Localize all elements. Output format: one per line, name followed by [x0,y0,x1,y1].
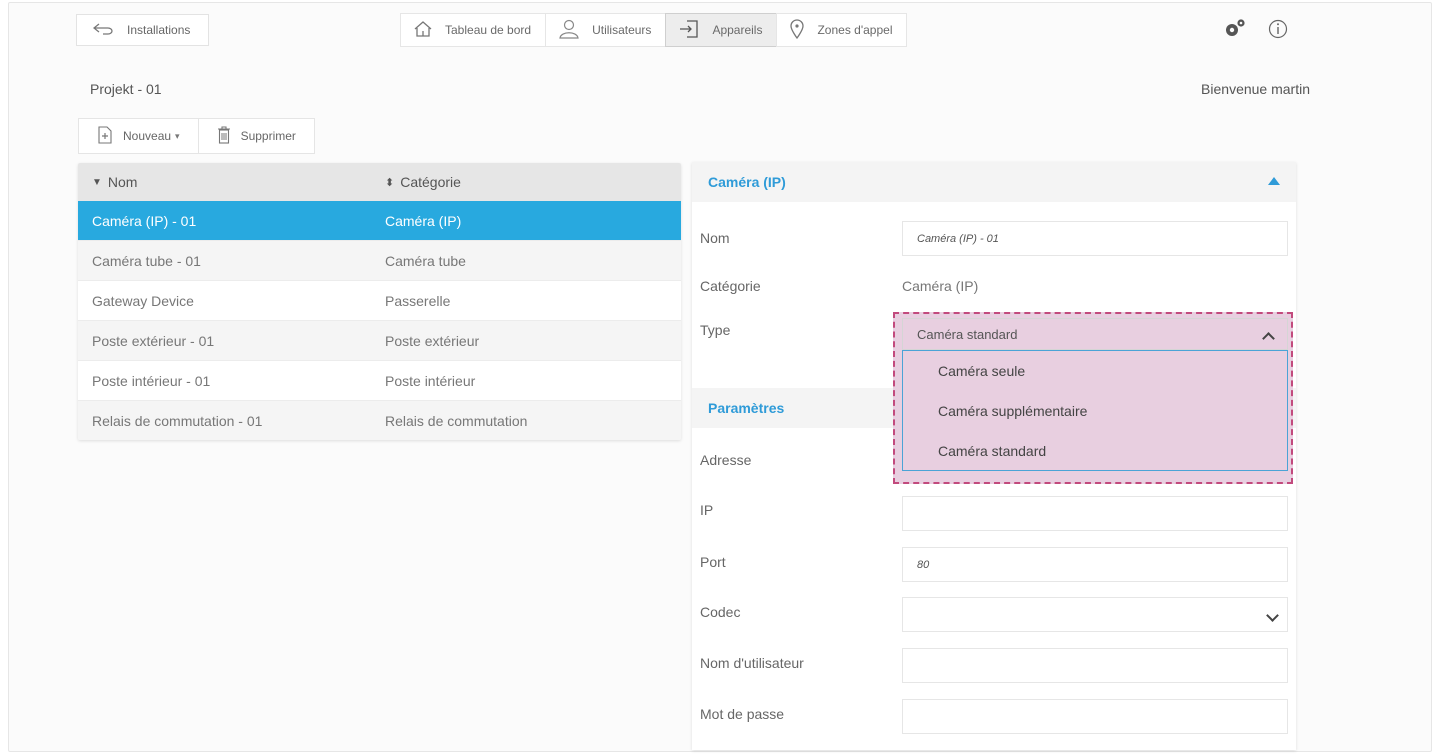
type-select-value: Caméra standard [917,326,1018,342]
ip-field-label: IP [700,502,714,518]
type-field-label: Type [700,322,731,338]
username-field-label: Nom d'utilisateur [700,655,804,671]
new-file-icon [97,125,113,147]
cell-name: Caméra tube - 01 [92,252,201,269]
table-header: ▼ Nom ⬍ Catégorie [78,163,681,201]
tab-users-label: Utilisateurs [592,23,652,37]
parameters-section-title: Paramètres [708,400,785,416]
gear-icon[interactable] [1224,18,1246,43]
table-row[interactable]: Relais de commutation - 01 Relais de com… [78,400,681,440]
port-field[interactable]: 80 [902,547,1288,582]
caret-down-icon: ▾ [175,130,180,141]
trash-icon [217,125,231,147]
type-options-list: Caméra seule Caméra supplémentaire Camér… [902,350,1288,471]
name-field-value: Caméra (IP) - 01 [917,232,999,245]
type-option[interactable]: Caméra supplémentaire [903,391,1287,431]
cell-name: Caméra (IP) - 01 [92,212,197,229]
back-arrow-icon [92,22,113,38]
tab-devices-label: Appareils [712,23,763,37]
info-icon[interactable] [1268,19,1288,44]
column-header-category[interactable]: ⬍ Catégorie [381,174,681,190]
cell-category: Caméra tube [385,252,466,269]
tab-dashboard[interactable]: Tableau de bord [400,13,547,47]
welcome-text: Bienvenue martin [1201,81,1310,97]
cell-name: Gateway Device [92,292,194,309]
table-row[interactable]: Caméra tube - 01 Caméra tube [78,240,681,280]
tab-users[interactable]: Utilisateurs [545,13,667,47]
ip-field[interactable] [902,496,1288,531]
tab-dashboard-label: Tableau de bord [445,23,532,37]
tab-devices[interactable]: Appareils [665,13,778,47]
type-select[interactable]: Caméra standard [902,318,1288,350]
port-field-label: Port [700,554,726,570]
table-row[interactable]: Poste extérieur - 01 Poste extérieur [78,320,681,360]
cell-name: Poste intérieur - 01 [92,372,211,389]
name-field[interactable]: Caméra (IP) - 01 [902,221,1288,256]
cell-name: Relais de commutation - 01 [92,412,263,429]
category-value: Caméra (IP) [902,278,979,294]
home-icon [413,20,433,41]
new-label: Nouveau [123,129,172,143]
table-row[interactable]: Caméra (IP) - 01 Caméra (IP) [78,201,681,240]
tab-call-zones-label: Zones d'appel [817,23,893,37]
delete-button[interactable]: Supprimer [197,118,315,154]
devices-table: ▼ Nom ⬍ Catégorie Caméra (IP) - 01 Camér… [78,163,681,440]
username-field[interactable] [902,648,1288,683]
type-option[interactable]: Caméra standard [903,431,1287,471]
sort-icon: ⬍ [385,176,395,189]
cell-category: Relais de commutation [385,412,528,429]
chevron-down-icon [1266,609,1279,622]
table-row[interactable]: Gateway Device Passerelle [78,280,681,320]
cell-name: Poste extérieur - 01 [92,332,215,349]
device-login-icon [678,19,700,42]
name-field-label: Nom [700,230,730,246]
cell-category: Caméra (IP) [385,212,462,229]
main-nav-tabs: Tableau de bord Utilisateurs Appareils Z… [400,13,908,47]
delete-label: Supprimer [240,129,296,143]
table-row[interactable]: Poste intérieur - 01 Poste intérieur [78,360,681,400]
category-field-label: Catégorie [700,278,761,294]
toolbar: Nouveau ▾ Supprimer [78,118,315,154]
device-section-header[interactable]: Caméra (IP) [692,162,1296,202]
device-section-title: Caméra (IP) [708,174,786,190]
project-name: Projekt - 01 [90,81,162,97]
chevron-up-icon[interactable] [1262,332,1275,345]
type-option[interactable]: Caméra seule [903,351,1287,391]
cell-category: Poste extérieur [385,332,480,349]
tab-call-zones[interactable]: Zones d'appel [776,13,908,47]
collapse-caret-icon[interactable] [1268,177,1280,185]
new-button[interactable]: Nouveau ▾ [78,118,199,154]
back-label: Installations [127,23,191,37]
password-field[interactable] [902,699,1288,734]
codec-select[interactable] [902,597,1288,632]
port-field-value: 80 [917,558,930,571]
cell-category: Poste intérieur [385,372,476,389]
back-to-installations-button[interactable]: Installations [76,14,209,46]
user-icon [558,19,580,42]
sort-desc-icon: ▼ [92,176,102,188]
codec-field-label: Codec [700,604,741,620]
address-field-label: Adresse [700,452,752,468]
password-field-label: Mot de passe [700,706,785,722]
cell-category: Passerelle [385,292,451,309]
location-pin-icon [789,18,805,42]
column-header-name[interactable]: ▼ Nom [78,174,381,190]
